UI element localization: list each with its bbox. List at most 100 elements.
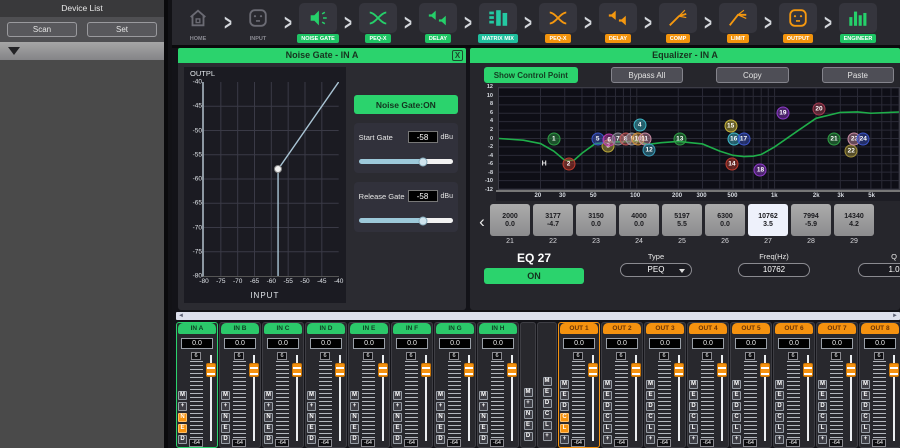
eq-control-point-1[interactable]: 1 [547, 132, 560, 145]
noise-gate-graph[interactable]: OUTPL -40-45-50-55-60-65-70-75-80-80-75-… [184, 67, 346, 303]
channel-button-e[interactable]: E [393, 424, 402, 433]
channel-button-c[interactable]: C [603, 413, 612, 422]
channel-button-d[interactable]: D [689, 402, 698, 411]
noise-gate-plot[interactable]: -40-45-50-55-60-65-70-75-80-80-75-70-65-… [202, 82, 339, 277]
channel-button-m[interactable]: M [603, 380, 612, 389]
channel-fader[interactable] [205, 352, 216, 447]
fader-handle[interactable] [717, 363, 727, 377]
fader-handle[interactable] [421, 363, 431, 377]
channel-button-m[interactable]: M [307, 391, 316, 400]
channel-fader[interactable] [845, 352, 856, 447]
eq-q-field[interactable]: 1.0 [858, 263, 900, 277]
channel-strip-out-5[interactable]: OUT 50.0MEDCL+6-64 [730, 322, 772, 448]
toolbar-item-noise-gate[interactable]: NOISE GATE [296, 2, 340, 43]
channel-button-l[interactable]: L [818, 424, 827, 433]
noise-gate-on-button[interactable]: Noise Gate:ON [354, 95, 458, 114]
master-button-e[interactable]: E [543, 388, 552, 397]
copy-button[interactable]: Copy [716, 67, 788, 83]
channel-button-+[interactable]: + [307, 402, 316, 411]
channel-strip-in-d[interactable]: IN D0.0M+NED6-64 [305, 322, 347, 448]
channel-button-m[interactable]: M [479, 391, 488, 400]
eq-control-point-17[interactable]: 17 [737, 132, 750, 145]
channel-fader[interactable] [759, 352, 770, 447]
channel-strip-out-6[interactable]: OUT 60.0MEDCL+6-64 [773, 322, 815, 448]
channel-button-m[interactable]: M [732, 380, 741, 389]
channel-strip-out-1[interactable]: OUT 10.0MEDCL+6-64 [558, 322, 600, 448]
channel-gain-value[interactable]: 0.0 [267, 338, 299, 349]
eq-band-cell[interactable]: 107623.5 [748, 204, 788, 236]
channel-button-d[interactable]: D [350, 435, 359, 444]
fader-handle[interactable] [846, 363, 856, 377]
eq-control-point-15[interactable]: 15 [724, 119, 737, 132]
channel-button-e[interactable]: E [350, 424, 359, 433]
channel-strip-in-f[interactable]: IN F0.0M+NED6-64 [391, 322, 433, 448]
channel-button-+[interactable]: + [861, 435, 870, 444]
eq-band-cell[interactable]: 40000.0 [619, 204, 659, 236]
channel-button-c[interactable]: C [689, 413, 698, 422]
channel-button-+[interactable]: + [646, 435, 655, 444]
channel-button-d[interactable]: D [646, 402, 655, 411]
channel-button-e[interactable]: E [436, 424, 445, 433]
channel-button-m[interactable]: M [221, 391, 230, 400]
channel-button-c[interactable]: C [818, 413, 827, 422]
eq-band-25[interactable]: 51975.525 [662, 204, 702, 245]
channel-button-e[interactable]: E [646, 391, 655, 400]
toolbar-item-delay[interactable]: DELAY [416, 2, 460, 43]
channel-button-n[interactable]: N [436, 413, 445, 422]
eq-band-cell[interactable]: 20000.0 [490, 204, 530, 236]
eq-band-27[interactable]: 107623.527 [748, 204, 788, 245]
channel-button-+[interactable]: + [560, 435, 569, 444]
channel-button-m[interactable]: M [775, 380, 784, 389]
master-button-m[interactable]: M [524, 388, 533, 397]
channel-button-l[interactable]: L [732, 424, 741, 433]
channel-button-c[interactable]: C [775, 413, 784, 422]
channel-button-+[interactable]: + [264, 402, 273, 411]
channel-fader[interactable] [334, 352, 345, 447]
channel-strip-out-7[interactable]: OUT 70.0MEDCL+6-64 [816, 322, 858, 448]
toolbar-item-limit[interactable]: LIMIT [716, 2, 760, 43]
channel-gain-value[interactable]: 0.0 [606, 338, 638, 349]
fader-handle[interactable] [206, 363, 216, 377]
toolbar-item-input[interactable]: INPUT [236, 2, 280, 43]
channel-strip-in-c[interactable]: IN C0.0M+NED6-64 [262, 322, 304, 448]
channel-button-e[interactable]: E [479, 424, 488, 433]
channel-button-m[interactable]: M [818, 380, 827, 389]
master-button-+[interactable]: + [543, 432, 552, 441]
channel-gain-value[interactable]: 0.0 [439, 338, 471, 349]
channel-button-m[interactable]: M [264, 391, 273, 400]
fader-handle[interactable] [292, 363, 302, 377]
eq-control-point-2[interactable]: 2 [562, 157, 575, 170]
channel-button-l[interactable]: L [560, 424, 569, 433]
eq-band-22[interactable]: 3177-4.722 [533, 204, 573, 245]
channel-button-c[interactable]: C [732, 413, 741, 422]
eq-band-cell[interactable]: 7994-5.9 [791, 204, 831, 236]
channel-button-m[interactable]: M [350, 391, 359, 400]
channel-button-l[interactable]: L [603, 424, 612, 433]
eq-band-cell[interactable]: 3177-4.7 [533, 204, 573, 236]
channel-button-e[interactable]: E [221, 424, 230, 433]
channel-strip-in-a[interactable]: IN A0.0M+NED6-64 [176, 322, 218, 448]
eq-control-point-20[interactable]: 20 [812, 103, 825, 116]
eq-band-cell[interactable]: 51975.5 [662, 204, 702, 236]
channel-button-d[interactable]: D [221, 435, 230, 444]
channel-fader[interactable] [673, 352, 684, 447]
channel-button-l[interactable]: L [646, 424, 655, 433]
channel-gain-value[interactable]: 0.0 [563, 338, 595, 349]
channel-button-+[interactable]: + [436, 402, 445, 411]
channel-fader[interactable] [506, 352, 517, 447]
channel-strip-in-b[interactable]: IN B0.0M+NED6-64 [219, 322, 261, 448]
noise-gate-threshold-point[interactable] [274, 165, 282, 173]
fader-handle[interactable] [803, 363, 813, 377]
channel-fader[interactable] [888, 352, 899, 447]
channel-button-d[interactable]: D [603, 402, 612, 411]
channel-button-+[interactable]: + [393, 402, 402, 411]
channel-button-m[interactable]: M [393, 391, 402, 400]
channel-button-m[interactable]: M [436, 391, 445, 400]
channel-strip-in-h[interactable]: IN H0.0M+NED6-64 [477, 322, 519, 448]
eq-band-24[interactable]: 40000.024 [619, 204, 659, 245]
channel-strip-out-2[interactable]: OUT 20.0MEDCL+6-64 [601, 322, 643, 448]
band-scroll-left-icon[interactable]: ‹ [474, 212, 490, 232]
channel-gain-value[interactable]: 0.0 [735, 338, 767, 349]
channel-gain-value[interactable]: 0.0 [353, 338, 385, 349]
channel-button-d[interactable]: D [560, 402, 569, 411]
